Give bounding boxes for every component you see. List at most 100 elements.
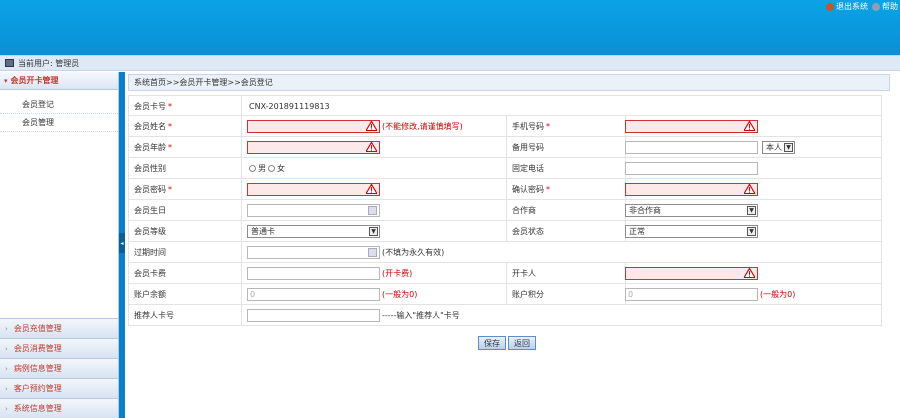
backup-phone-label: 备用号码 <box>506 137 626 157</box>
breadcrumb: 系统首页>>会员开卡管理>>会员登记 <box>128 74 890 91</box>
form-actions: 保存 返回 <box>478 336 536 350</box>
dropdown-arrow-icon: ▼ <box>747 206 756 215</box>
help-link[interactable]: 帮助 <box>872 1 898 12</box>
dropdown-arrow-icon: ▼ <box>747 227 756 236</box>
birthday-label: 会员生日 <box>129 200 242 220</box>
opener-input[interactable] <box>625 267 758 280</box>
user-bar: 当前用户: 管理员 <box>0 55 900 71</box>
gender-male-radio[interactable] <box>249 164 256 172</box>
warning-icon <box>366 184 377 194</box>
card-fee-hint: (开卡费) <box>382 268 413 278</box>
balance-hint: (一般为0) <box>382 289 418 299</box>
register-form: 会员卡号 * CNX-201891119813 会员姓名 * (不能修改,请谨慎填写… <box>128 95 882 326</box>
chevron-right-icon: › <box>5 384 8 393</box>
logout-link[interactable]: 退出系统 <box>826 1 868 12</box>
password-label: 会员密码 * <box>129 179 242 199</box>
form-row: 会员生日 合作商 非合作商 ▼ <box>128 200 882 221</box>
name-input[interactable] <box>247 120 380 133</box>
warning-icon <box>744 121 755 131</box>
form-row: 会员年龄 * 备用号码 本人 ▼ <box>128 137 882 158</box>
top-header: 退出系统 帮助 <box>0 0 900 55</box>
select-value: 普通卡 <box>251 227 275 236</box>
status-select[interactable]: 正常 ▼ <box>625 225 758 238</box>
dropdown-arrow-icon: ▼ <box>369 227 378 236</box>
name-hint: (不能修改,请谨慎填写) <box>382 121 463 131</box>
gender-label: 会员性别 <box>129 158 242 178</box>
logout-label: 退出系统 <box>836 2 868 11</box>
warning-icon <box>366 142 377 152</box>
card-no-value: CNX-201891119813 <box>249 101 330 111</box>
form-row: 会员密码 * 确认密码 * <box>128 179 882 200</box>
expire-input[interactable] <box>247 246 380 259</box>
card-fee-input[interactable] <box>247 267 380 280</box>
sidebar-item-manage[interactable]: 会员管理 <box>0 114 118 132</box>
form-row: 账户余额 (一般为0) 账户积分 (一般为0) <box>128 284 882 305</box>
form-row: 推荐人卡号 -----输入"推荐人"卡号 <box>128 305 882 326</box>
sidebar-groups: › 会员充值管理 › 会员消费管理 › 病例信息管理 › 客户预约管理 › 系统信息管理 <box>0 318 118 418</box>
warning-icon <box>744 268 755 278</box>
help-label: 帮助 <box>882 2 898 11</box>
birthday-input[interactable] <box>247 204 380 217</box>
confirm-password-label: 确认密码 * <box>506 179 626 199</box>
landline-input[interactable] <box>625 162 758 175</box>
form-row: 会员姓名 * (不能修改,请谨慎填写) 手机号码 * <box>128 116 882 137</box>
chevron-left-icon: ◂ <box>120 239 124 247</box>
calendar-icon[interactable] <box>368 248 377 257</box>
balance-input[interactable] <box>247 288 380 301</box>
form-row: 会员性别 男 女 固定电话 <box>128 158 882 179</box>
select-value: 非合作商 <box>629 206 661 215</box>
sidebar-group-label: 会员开卡管理 <box>10 76 59 85</box>
dropdown-arrow-icon: ▼ <box>784 143 793 152</box>
calendar-icon[interactable] <box>368 206 377 215</box>
confirm-password-input[interactable] <box>625 183 758 196</box>
sidebar-group-label: 会员充值管理 <box>13 324 62 333</box>
user-icon <box>5 59 14 67</box>
referrer-label: 推荐人卡号 <box>129 305 242 325</box>
sidebar-item-label: 会员登记 <box>22 100 54 109</box>
logout-icon <box>826 2 834 11</box>
gender-radio-group: 男 女 <box>249 158 285 178</box>
sidebar: ▾ 会员开卡管理 会员登记 会员管理 › 会员充值管理 › 会员消费管理 › 病例信息… <box>0 72 119 418</box>
name-label: 会员姓名 * <box>129 116 242 136</box>
form-row: 会员卡号 * CNX-201891119813 <box>128 95 882 116</box>
save-button[interactable]: 保存 <box>478 336 506 350</box>
breadcrumb-text: 系统首页>>会员开卡管理>>会员登记 <box>134 78 273 87</box>
level-select[interactable]: 普通卡 ▼ <box>247 225 380 238</box>
warning-icon <box>744 184 755 194</box>
back-button[interactable]: 返回 <box>508 336 536 350</box>
sidebar-item-register[interactable]: 会员登记 <box>0 96 118 114</box>
status-label: 会员状态 <box>506 221 626 241</box>
phone-label: 手机号码 * <box>506 116 626 136</box>
sidebar-group-system[interactable]: › 系统信息管理 <box>0 398 118 418</box>
sidebar-group-label: 系统信息管理 <box>13 404 62 413</box>
gender-female-radio[interactable] <box>268 164 275 172</box>
partner-select[interactable]: 非合作商 ▼ <box>625 204 758 217</box>
points-input[interactable] <box>625 288 758 301</box>
referrer-input[interactable] <box>247 309 380 322</box>
sidebar-sub-list: 会员登记 会员管理 <box>0 96 118 132</box>
card-no-label: 会员卡号 * <box>129 96 242 116</box>
form-row: 会员等级 普通卡 ▼ 会员状态 正常 ▼ <box>128 221 882 242</box>
level-label: 会员等级 <box>129 221 242 241</box>
password-input[interactable] <box>247 183 380 196</box>
landline-label: 固定电话 <box>506 158 626 178</box>
backup-owner-select[interactable]: 本人 ▼ <box>762 141 795 154</box>
sidebar-group-cases[interactable]: › 病例信息管理 <box>0 358 118 378</box>
select-value: 正常 <box>629 227 645 236</box>
phone-input[interactable] <box>625 120 758 133</box>
sidebar-group-booking[interactable]: › 客户预约管理 <box>0 378 118 398</box>
expire-hint: (不填为永久有效) <box>382 247 445 257</box>
backup-phone-input[interactable] <box>625 141 758 154</box>
form-row: 会员卡费 (开卡费) 开卡人 <box>128 263 882 284</box>
chevron-right-icon: › <box>5 364 8 373</box>
sidebar-group-recharge[interactable]: › 会员充值管理 <box>0 318 118 338</box>
points-hint: (一般为0) <box>760 289 796 299</box>
select-value: 本人 <box>766 143 782 152</box>
sidebar-group-card-open[interactable]: ▾ 会员开卡管理 <box>0 72 118 90</box>
age-input[interactable] <box>247 141 380 154</box>
sidebar-group-label: 客户预约管理 <box>13 384 62 393</box>
points-label: 账户积分 <box>506 284 626 304</box>
sidebar-group-consume[interactable]: › 会员消费管理 <box>0 338 118 358</box>
partner-label: 合作商 <box>506 200 626 220</box>
main-content: 系统首页>>会员开卡管理>>会员登记 会员卡号 * CNX-20189111981… <box>125 72 900 418</box>
